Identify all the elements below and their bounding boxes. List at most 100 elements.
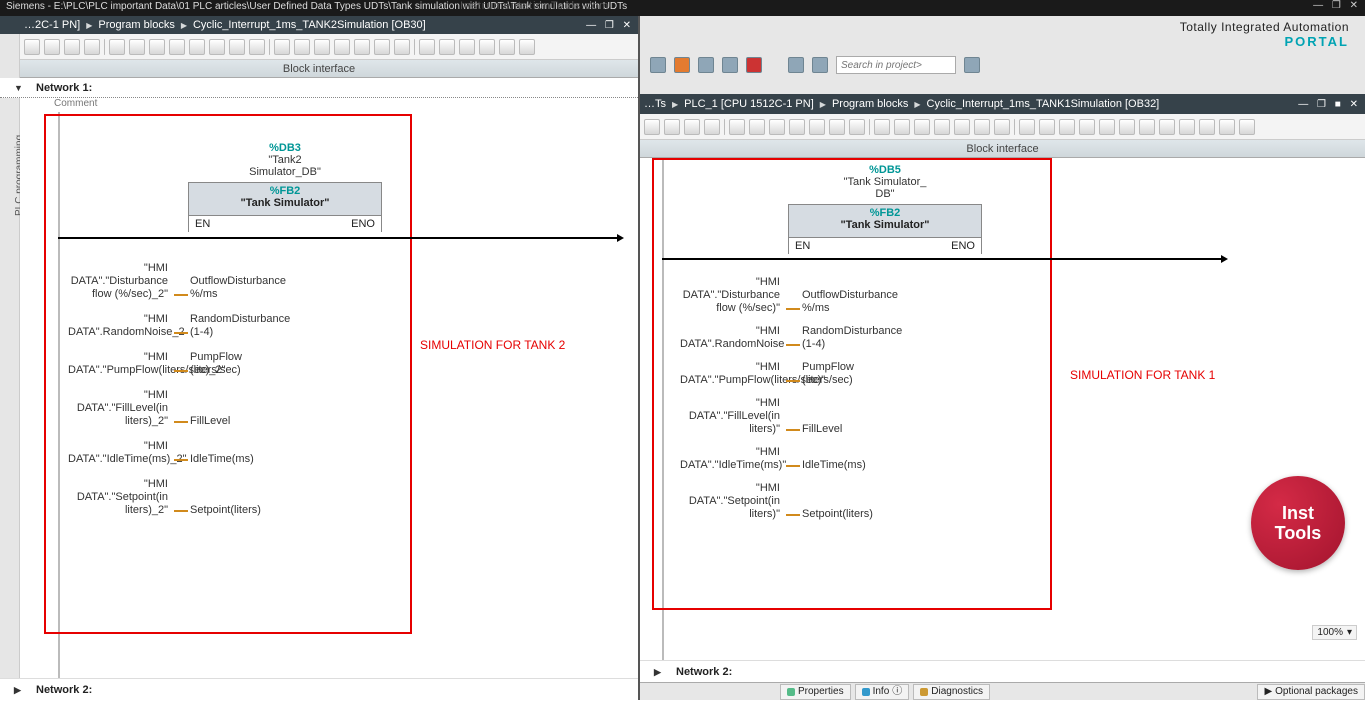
param-tag[interactable]: "HMI DATA"."Disturbance flow (%/sec)_2" [68,262,174,301]
toolbar-button[interactable] [1139,119,1155,135]
toolbar-button[interactable] [519,39,535,55]
param-tag[interactable]: "HMI DATA"."Disturbance flow (%/sec)" [680,276,786,315]
param-tag[interactable]: "HMI DATA".RandomNoise_2 [68,313,174,339]
param-row[interactable]: "HMI DATA"."Disturbance flow (%/sec)_2"O… [68,262,288,301]
param-row[interactable]: "HMI DATA"."PumpFlow(liters/sec)"PumpFlo… [680,361,900,387]
toolbar-button[interactable] [84,39,100,55]
crumb-part[interactable]: Cyclic_Interrupt_1ms_TANK2Simulation [OB… [193,19,426,31]
param-row[interactable]: "HMI DATA".RandomNoiseRandomDisturbance … [680,325,900,351]
toolbar-icon[interactable] [650,57,666,73]
tab-properties[interactable]: Properties [780,684,851,700]
fb-call-block[interactable]: %DB5 "Tank Simulator_ DB" %FB2 "Tank Sim… [788,164,982,254]
crumb-part[interactable]: …Ts [644,98,666,110]
param-tag[interactable]: "HMI DATA"."PumpFlow(liters/sec)" [680,361,786,387]
toolbar-button[interactable] [749,119,765,135]
toolbar-button[interactable] [914,119,930,135]
toolbar-button[interactable] [274,39,290,55]
toolbar-button[interactable] [394,39,410,55]
crumb-part[interactable]: …2C-1 PN] [24,19,80,31]
toolbar-button[interactable] [314,39,330,55]
network-2-header-left[interactable]: Network 2: [0,678,638,700]
crumb-part[interactable]: PLC_1 [CPU 1512C-1 PN] [684,98,814,110]
param-row[interactable]: "HMI DATA"."FillLevel(in liters)_2"FillL… [68,389,288,428]
toolbar-button[interactable] [129,39,145,55]
toolbar-button[interactable] [439,39,455,55]
toolbar-button[interactable] [189,39,205,55]
tab-diagnostics[interactable]: Diagnostics [913,684,990,700]
toolbar-button[interactable] [1099,119,1115,135]
breadcrumb-left[interactable]: …2C-1 PN] ▶ Program blocks ▶ Cyclic_Inte… [0,16,638,34]
toolbar-button[interactable] [249,39,265,55]
param-row[interactable]: "HMI DATA"."Setpoint(in liters)_2"Setpoi… [68,478,288,517]
toolbar-button[interactable] [1239,119,1255,135]
toolbar-button[interactable] [149,39,165,55]
tab-optional-packages[interactable]: ▶ Optional packages [1257,684,1365,700]
toolbar-button[interactable] [874,119,890,135]
param-row[interactable]: "HMI DATA"."Disturbance flow (%/sec)"Out… [680,276,900,315]
param-tag[interactable]: "HMI DATA".RandomNoise [680,325,786,351]
toolbar-button[interactable] [1079,119,1095,135]
block-interface-bar[interactable]: Block interface [0,60,638,78]
toolbar-button[interactable] [209,39,225,55]
ladder-editor-right[interactable]: SIMULATION FOR TANK 1 %DB5 "Tank Simulat… [640,158,1365,660]
param-tag[interactable]: "HMI DATA"."FillLevel(in liters)" [680,397,786,436]
pane-window-controls[interactable]: — ❐ ■ ✕ [1298,99,1361,110]
toolbar-icon[interactable] [722,57,738,73]
toolbar-button[interactable] [374,39,390,55]
toolbar-button[interactable] [684,119,700,135]
crumb-part[interactable]: Program blocks [832,98,908,110]
network-1-header[interactable]: Network 1: [0,78,638,98]
toolbar-button[interactable] [459,39,475,55]
toolbar-button[interactable] [894,119,910,135]
window-controls[interactable]: — ❐ ✕ [1313,0,1361,11]
param-tag[interactable]: "HMI DATA"."Setpoint(in liters)_2" [68,478,174,517]
toolbar-button[interactable] [169,39,185,55]
toolbar-button[interactable] [994,119,1010,135]
toolbar-icon[interactable] [674,57,690,73]
toolbar-button[interactable] [1119,119,1135,135]
split-vertical-icon[interactable] [812,57,828,73]
toolbar-button[interactable] [704,119,720,135]
param-tag[interactable]: "HMI DATA"."IdleTime(ms)" [680,446,786,472]
pane-window-controls[interactable]: — ❐ ✕ [586,20,634,31]
toolbar-button[interactable] [229,39,245,55]
toolbar-button[interactable] [1199,119,1215,135]
network-2-header-right[interactable]: Network 2: [640,660,1365,682]
param-row[interactable]: "HMI DATA"."FillLevel(in liters)"FillLev… [680,397,900,436]
search-input[interactable] [836,56,956,74]
close-icon[interactable] [746,57,762,73]
fb-box[interactable]: %FB2 "Tank Simulator" [188,182,382,216]
param-row[interactable]: "HMI DATA"."IdleTime(ms)"IdleTime(ms) [680,446,900,472]
toolbar-button[interactable] [829,119,845,135]
toolbar-button[interactable] [24,39,40,55]
toolbar-button[interactable] [479,39,495,55]
param-row[interactable]: "HMI DATA"."PumpFlow(liters/sec)_2"PumpF… [68,351,288,377]
toolbar-button[interactable] [1159,119,1175,135]
search-go-icon[interactable] [964,57,980,73]
param-row[interactable]: "HMI DATA"."Setpoint(in liters)"Setpoint… [680,482,900,521]
toolbar-button[interactable] [1179,119,1195,135]
toolbar-button[interactable] [44,39,60,55]
toolbar-button[interactable] [809,119,825,135]
toolbar-button[interactable] [664,119,680,135]
toolbar-button[interactable] [729,119,745,135]
block-interface-bar[interactable]: Block interface [640,140,1365,158]
toolbar-button[interactable] [1059,119,1075,135]
toolbar-button[interactable] [934,119,950,135]
param-row[interactable]: "HMI DATA"."IdleTime(ms)_2"IdleTime(ms) [68,440,288,466]
toolbar-button[interactable] [849,119,865,135]
toolbar-button[interactable] [109,39,125,55]
param-tag[interactable]: "HMI DATA"."PumpFlow(liters/sec)_2" [68,351,174,377]
toolbar-button[interactable] [1019,119,1035,135]
toolbar-button[interactable] [1039,119,1055,135]
toolbar-button[interactable] [499,39,515,55]
crumb-part[interactable]: Cyclic_Interrupt_1ms_TANK1Simulation [OB… [927,98,1160,110]
toolbar-button[interactable] [644,119,660,135]
toolbar-button[interactable] [419,39,435,55]
zoom-control[interactable]: 100% ▾ [1312,625,1357,640]
toolbar-icon[interactable] [698,57,714,73]
toolbar-button[interactable] [769,119,785,135]
param-tag[interactable]: "HMI DATA"."Setpoint(in liters)" [680,482,786,521]
param-tag[interactable]: "HMI DATA"."IdleTime(ms)_2" [68,440,174,466]
ladder-editor-left[interactable]: SIMULATION FOR TANK 2 %DB3 "Tank2 Simula… [20,112,638,678]
